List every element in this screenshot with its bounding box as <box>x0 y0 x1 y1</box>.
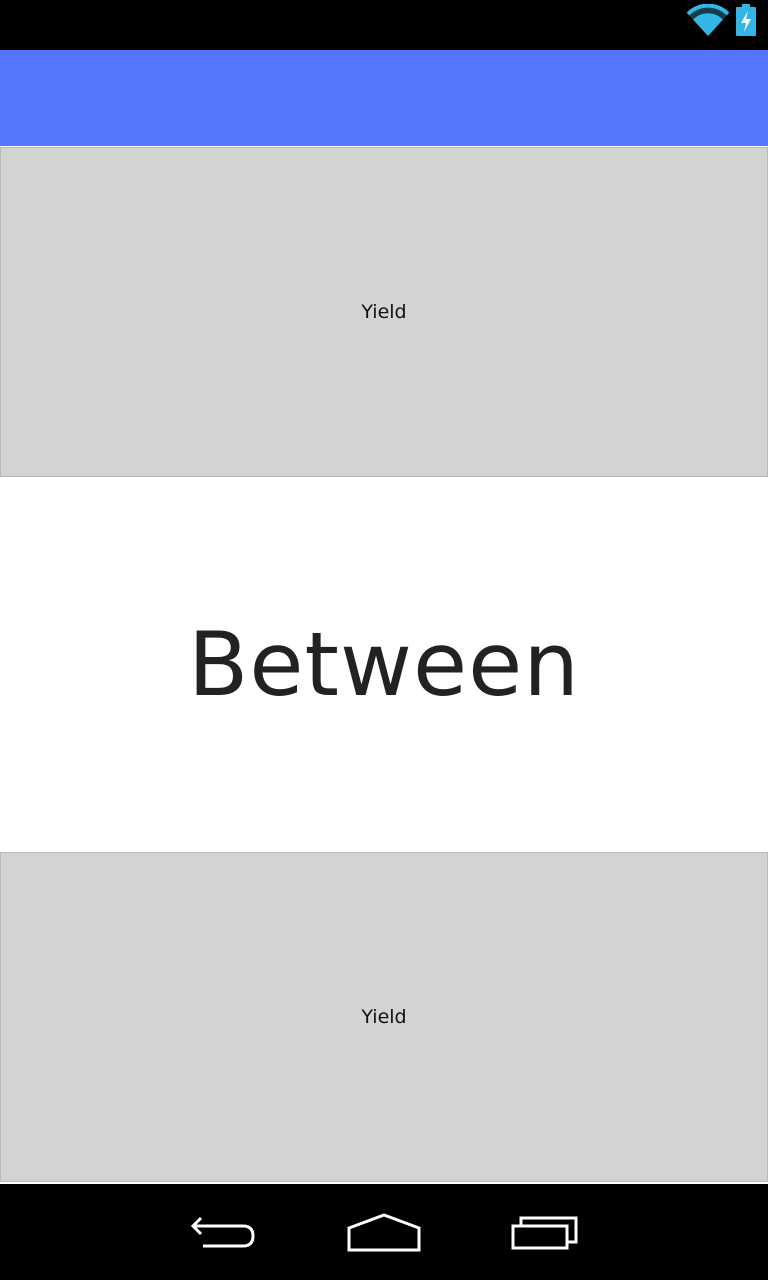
wifi-icon <box>686 4 730 37</box>
yield-box-bottom: Yield <box>0 852 768 1182</box>
status-bar <box>0 0 768 50</box>
screen: Yield Between Yield <box>0 0 768 1280</box>
content-area: Yield Between Yield <box>0 146 768 1184</box>
back-button[interactable] <box>164 1184 284 1280</box>
app-bar <box>0 50 768 146</box>
navigation-bar <box>0 1184 768 1280</box>
recents-icon <box>511 1216 578 1250</box>
yield-label-top: Yield <box>361 301 407 323</box>
yield-label-bottom: Yield <box>361 1006 407 1028</box>
home-button[interactable] <box>324 1184 444 1280</box>
recents-button[interactable] <box>486 1184 606 1280</box>
battery-charging-icon <box>736 4 756 36</box>
between-text: Between <box>187 612 581 716</box>
back-icon <box>190 1216 255 1248</box>
yield-box-top: Yield <box>0 147 768 477</box>
between-area: Between <box>0 477 768 851</box>
home-icon <box>347 1213 421 1252</box>
